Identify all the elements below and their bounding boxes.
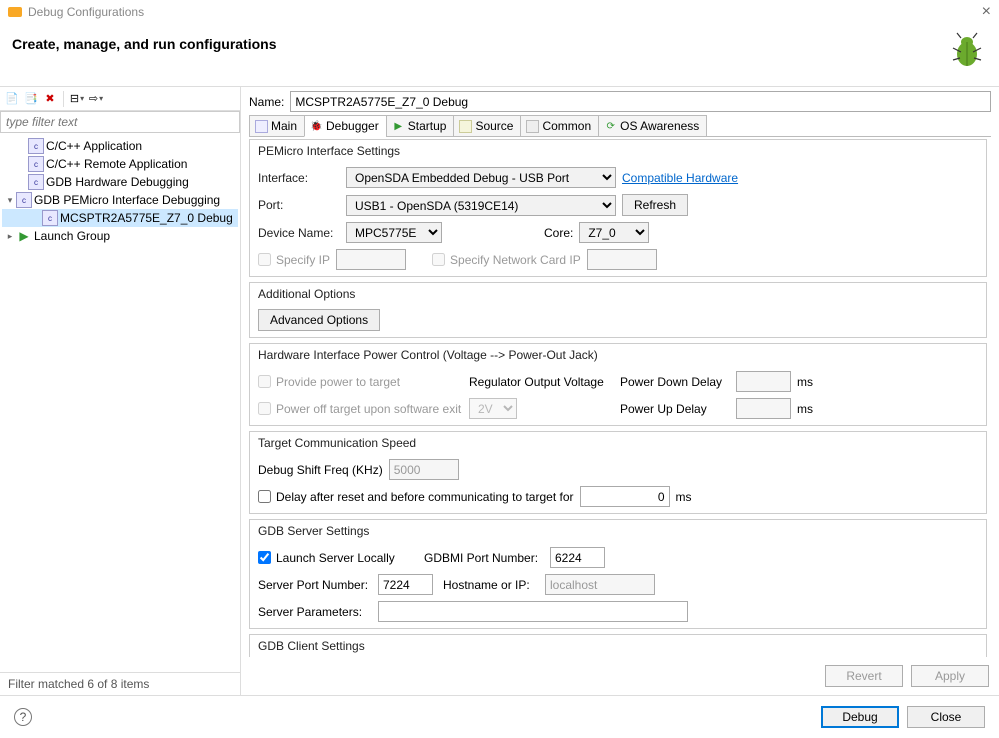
tab-debugger[interactable]: 🐞Debugger — [304, 115, 387, 137]
delay-check[interactable]: Delay after reset and before communicati… — [258, 490, 574, 504]
collapse-icon[interactable]: ⊟ — [69, 91, 85, 107]
server-params-label: Server Parameters: — [258, 605, 372, 619]
os-icon: ⟳ — [604, 120, 617, 133]
window-titlebar: Debug Configurations × — [0, 0, 999, 24]
duplicate-icon[interactable]: 📑 — [23, 91, 39, 107]
filter-input[interactable] — [0, 111, 240, 133]
tab-common[interactable]: Common — [520, 115, 599, 137]
tab-bar: Main 🐞Debugger ▶Startup Source Common ⟳O… — [249, 115, 991, 137]
filter-status: Filter matched 6 of 8 items — [0, 672, 240, 695]
bug-logo-icon — [947, 30, 987, 70]
tab-source[interactable]: Source — [453, 115, 521, 137]
provide-power-check: Provide power to target — [258, 375, 463, 389]
tab-startup[interactable]: ▶Startup — [386, 115, 455, 137]
app-icon — [8, 7, 22, 17]
name-label: Name: — [249, 95, 284, 109]
ms-label-2: ms — [797, 402, 813, 416]
additional-title: Additional Options — [250, 284, 986, 304]
gdbmi-port-label: GDBMI Port Number: — [424, 551, 544, 565]
hostname-input — [545, 574, 655, 595]
play-icon: ▶ — [392, 120, 405, 133]
pud-input — [736, 398, 791, 419]
apply-button: Apply — [911, 665, 989, 687]
pdd-input — [736, 371, 791, 392]
speed-title: Target Communication Speed — [250, 433, 986, 453]
specify-ip-input — [336, 249, 406, 270]
tree-item-cpp-app[interactable]: cC/C++ Application — [2, 137, 238, 155]
revert-button: Revert — [825, 665, 903, 687]
server-title: GDB Server Settings — [250, 521, 986, 541]
window-title: Debug Configurations — [28, 5, 144, 19]
pud-label: Power Up Delay — [620, 402, 730, 416]
device-select[interactable]: MPC5775E — [346, 222, 442, 243]
launch-server-check[interactable]: Launch Server Locally — [258, 551, 418, 565]
port-select[interactable]: USB1 - OpenSDA (5319CE14) — [346, 195, 616, 216]
server-port-label: Server Port Number: — [258, 578, 372, 592]
name-input[interactable] — [290, 91, 991, 112]
ms-label: ms — [797, 375, 813, 389]
hostname-label: Hostname or IP: — [443, 578, 539, 592]
tree-item-pemicro[interactable]: ▾cGDB PEMicro Interface Debugging — [2, 191, 238, 209]
debug-button[interactable]: Debug — [821, 706, 899, 728]
freq-input — [389, 459, 459, 480]
port-label: Port: — [258, 198, 340, 212]
gdbmi-port-input[interactable] — [550, 547, 605, 568]
filter-icon[interactable]: ⇨ — [88, 91, 104, 107]
new-config-icon[interactable]: 📄 — [4, 91, 20, 107]
delete-icon[interactable]: ✖ — [42, 91, 58, 107]
pemicro-group-title: PEMicro Interface Settings — [250, 141, 986, 161]
tree-item-launch-group[interactable]: ▸▶Launch Group — [2, 227, 238, 245]
help-icon[interactable]: ? — [14, 708, 32, 726]
close-button[interactable]: Close — [907, 706, 985, 728]
advanced-options-button[interactable]: Advanced Options — [258, 309, 380, 331]
regulator-label: Regulator Output Voltage — [469, 375, 614, 389]
tree-item-mcsptr-debug[interactable]: cMCSPTR2A5775E_Z7_0 Debug — [2, 209, 238, 227]
pdd-label: Power Down Delay — [620, 375, 730, 389]
server-port-input[interactable] — [378, 574, 433, 595]
core-label: Core: — [544, 226, 573, 240]
tab-os-awareness[interactable]: ⟳OS Awareness — [598, 115, 707, 137]
device-label: Device Name: — [258, 226, 340, 240]
tree-item-gdb-hw[interactable]: cGDB Hardware Debugging — [2, 173, 238, 191]
interface-select[interactable]: OpenSDA Embedded Debug - USB Port — [346, 167, 616, 188]
interface-label: Interface: — [258, 171, 340, 185]
specify-ip-check: Specify IP — [258, 253, 330, 267]
specify-net-check: Specify Network Card IP — [432, 253, 581, 267]
bug-icon: 🐞 — [310, 120, 323, 133]
ms-label-3: ms — [676, 490, 692, 504]
config-tree[interactable]: cC/C++ Application cC/C++ Remote Applica… — [0, 133, 240, 672]
window-close-button[interactable]: × — [982, 3, 991, 21]
specify-net-input — [587, 249, 657, 270]
page-title: Create, manage, and run configurations — [12, 36, 277, 52]
poweroff-check: Power off target upon software exit — [258, 402, 463, 416]
tree-item-cpp-remote[interactable]: cC/C++ Remote Application — [2, 155, 238, 173]
refresh-button[interactable]: Refresh — [622, 194, 688, 216]
compatible-hardware-link[interactable]: Compatible Hardware — [622, 171, 738, 185]
power-title: Hardware Interface Power Control (Voltag… — [250, 345, 986, 365]
tab-main[interactable]: Main — [249, 115, 305, 137]
freq-label: Debug Shift Freq (KHz) — [258, 463, 383, 477]
delay-input[interactable] — [580, 486, 670, 507]
core-select[interactable]: Z7_0 — [579, 222, 649, 243]
voltage-select: 2V — [469, 398, 517, 419]
server-params-input[interactable] — [378, 601, 688, 622]
client-title: GDB Client Settings — [250, 636, 986, 656]
left-toolbar: 📄 📑 ✖ ⊟ ⇨ — [0, 87, 240, 111]
